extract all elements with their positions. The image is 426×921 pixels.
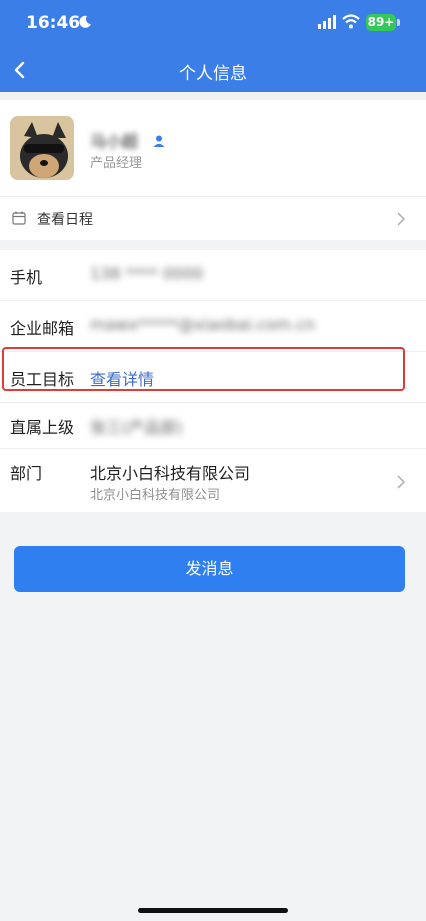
highlight-annotation [2,347,405,391]
email-label: 企业邮箱 [10,319,75,338]
chevron-right-icon [397,475,406,489]
profile-card: 马小超 产品经理 查看日程 [0,100,426,240]
send-message-button[interactable]: 发消息 [14,546,405,592]
view-schedule-row[interactable]: 查看日程 [0,197,426,240]
manager-label: 直属上级 [10,418,75,437]
phone-label: 手机 [10,268,43,287]
battery-indicator: 89+ [366,14,396,31]
page-title: 个人信息 [179,64,247,84]
avatar[interactable] [10,116,74,180]
department-label: 部门 [10,464,43,483]
user-job-title: 产品经理 [90,156,143,171]
department-value: 北京小白科技有限公司 [90,464,251,483]
avatar-image-icon [10,116,74,180]
department-row[interactable]: 部门 北京小白科技有限公司 北京小白科技有限公司 [0,449,426,512]
chevron-right-icon [397,212,406,226]
wifi-icon [342,14,360,29]
email-row: 企业邮箱 mawx*****@xiaobai.com.cn [0,301,426,351]
battery-nub [397,19,400,26]
department-subtitle: 北京小白科技有限公司 [90,488,221,503]
manager-value[interactable]: 张三(产品部) [90,414,183,438]
moon-icon [79,15,91,28]
phone-row: 手机 138 **** 0000 [0,250,426,300]
view-schedule-label: 查看日程 [37,212,93,228]
status-bar: 16:46 89+ [0,0,426,48]
phone-value[interactable]: 138 **** 0000 [90,264,203,283]
signal-icon [318,15,336,29]
nav-bar: 个人信息 [0,48,426,92]
home-indicator[interactable] [138,908,288,913]
user-name: 马小超 [90,132,139,151]
user-icon [153,135,165,147]
status-time: 16:46 [26,13,81,33]
calendar-icon [12,211,26,225]
manager-row: 直属上级 张三(产品部) [0,403,426,448]
email-value[interactable]: mawx*****@xiaobai.com.cn [90,315,315,334]
